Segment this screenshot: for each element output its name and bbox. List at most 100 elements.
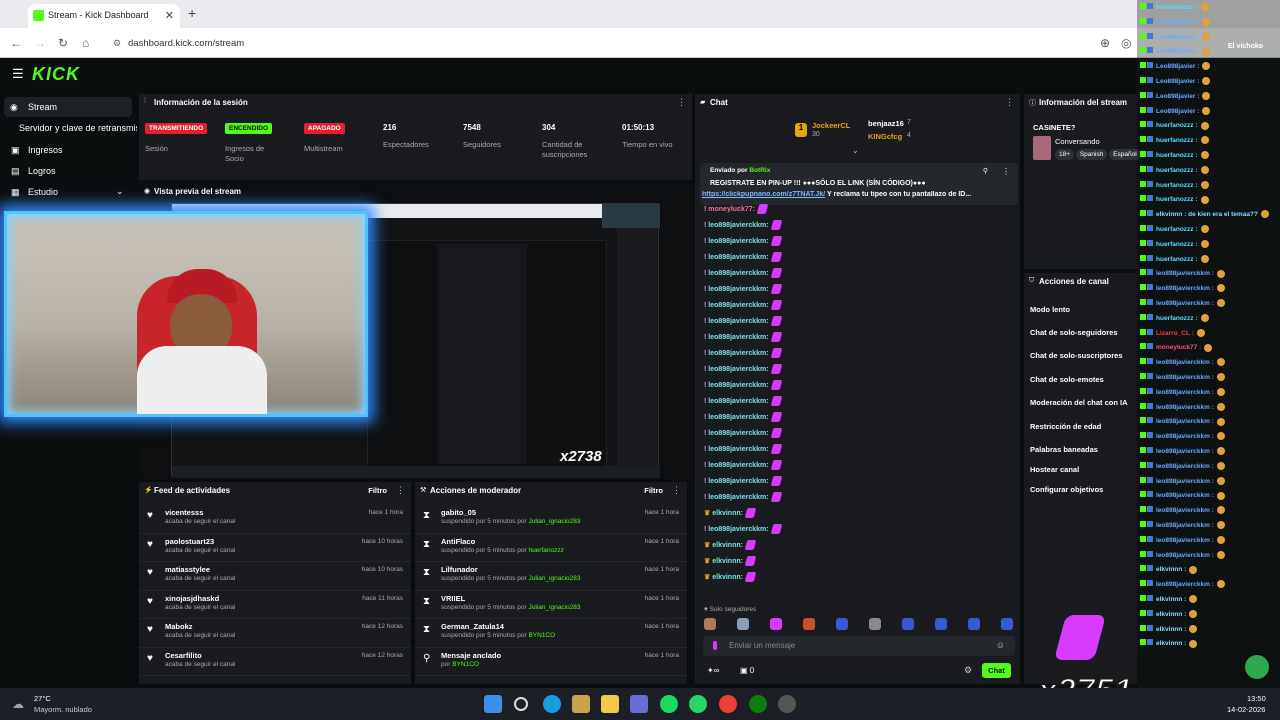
activity-user[interactable]: Mabokz xyxy=(165,622,193,631)
sidebar-item-stream[interactable]: ◉ Stream xyxy=(4,97,132,117)
mod-actor[interactable]: Julian_ignacio283 xyxy=(528,575,580,582)
filter-button[interactable]: Filtro xyxy=(644,486,663,495)
mod-actor[interactable]: BYN1CO xyxy=(528,632,555,639)
stream-category[interactable]: Conversando xyxy=(1055,137,1100,146)
activity-user[interactable]: vicentesss xyxy=(165,508,203,517)
home-icon[interactable]: ⌂ xyxy=(82,36,89,50)
activity-user[interactable]: matiasstylee xyxy=(165,565,210,574)
activity-user[interactable]: Cesarfilito xyxy=(165,651,202,660)
top-gifter-1[interactable]: JockeerCL xyxy=(812,121,850,130)
chevron-down-icon[interactable]: ⌄ xyxy=(116,186,124,197)
app-icon[interactable] xyxy=(630,695,648,713)
filter-button[interactable]: Filtro xyxy=(368,486,387,495)
emote-icon[interactable] xyxy=(770,618,782,630)
emote-icon[interactable] xyxy=(1001,618,1013,630)
top-gifter-3[interactable]: KINGcfcg xyxy=(868,132,902,141)
mod-target[interactable]: Lilfunador xyxy=(441,565,478,574)
chat-username[interactable]: elkvinnn: xyxy=(712,542,743,549)
menu-icon[interactable]: ☰ xyxy=(12,66,24,82)
emote-icon[interactable] xyxy=(737,618,749,630)
mod-actor[interactable]: BYN1CO xyxy=(452,661,479,668)
browser-tab[interactable]: Stream - Kick Dashboard ✕ xyxy=(28,4,180,28)
chat-username[interactable]: leo898javierckkm: xyxy=(708,286,768,293)
chat-username[interactable]: leo898javierckkm: xyxy=(708,462,768,469)
chat-username[interactable]: leo898javierckkm: xyxy=(708,382,768,389)
action-goals[interactable]: Configurar objetivos xyxy=(1030,485,1103,494)
chat-username[interactable]: leo898javierckkm: xyxy=(708,238,768,245)
chat-username[interactable]: leo898javierckkm: xyxy=(708,414,768,421)
chat-username[interactable]: leo898javierckkm: xyxy=(708,270,768,277)
emote-icon[interactable] xyxy=(902,618,914,630)
send-chat-button[interactable]: Chat xyxy=(982,663,1011,678)
tag[interactable]: Español xyxy=(1109,149,1141,160)
gift-counter[interactable]: ▣ 0 xyxy=(740,666,754,675)
forward-icon[interactable]: → xyxy=(34,36,46,50)
chat-username[interactable]: leo898javierckkm: xyxy=(708,398,768,405)
emoji-icon[interactable]: ☺ xyxy=(996,640,1005,650)
chat-username[interactable]: elkvinnn: xyxy=(712,558,743,565)
zoom-icon[interactable]: ⊕ xyxy=(1100,36,1110,50)
emote-icon[interactable] xyxy=(935,618,947,630)
kick-logo[interactable]: KICK xyxy=(32,64,80,85)
chat-username[interactable]: leo898javierckkm: xyxy=(708,334,768,341)
action-emotes-only[interactable]: Chat de solo-emotes xyxy=(1030,375,1104,384)
folder-icon[interactable] xyxy=(601,695,619,713)
xbox-icon[interactable] xyxy=(749,695,767,713)
mod-target[interactable]: gabito_05 xyxy=(441,508,476,517)
tag[interactable]: Spanish xyxy=(1075,149,1108,160)
new-tab-button[interactable]: + xyxy=(188,5,196,21)
emote-icon[interactable] xyxy=(836,618,848,630)
more-icon[interactable]: ⋮ xyxy=(396,485,405,496)
action-slow-mode[interactable]: Modo lento xyxy=(1030,305,1070,314)
mod-actor[interactable]: Julian_ignacio283 xyxy=(528,518,580,525)
sidebar-item-logros[interactable]: ▤ Logros xyxy=(0,161,137,181)
chat-username[interactable]: leo898javierckkm: xyxy=(708,446,768,453)
chat-input[interactable]: Enviar un mensaje ☺ xyxy=(703,636,1015,656)
search-icon[interactable] xyxy=(514,697,528,711)
close-tab-icon[interactable]: ✕ xyxy=(165,9,174,22)
action-age-restriction[interactable]: Restricción de edad xyxy=(1030,422,1101,431)
sidebar-item-ingresos[interactable]: ▣ Ingresos xyxy=(0,140,137,160)
eye-off-icon[interactable]: ◎ xyxy=(1121,36,1131,50)
emote-icon[interactable] xyxy=(803,618,815,630)
chevron-down-icon[interactable]: ⌄ xyxy=(852,146,859,155)
sidebar-item-estudio[interactable]: ▦ Estudio ⌄ xyxy=(0,182,137,202)
action-banned-words[interactable]: Palabras baneadas xyxy=(1030,445,1098,454)
emote-icon[interactable] xyxy=(704,618,716,630)
more-icon[interactable]: ⋮ xyxy=(1005,97,1014,108)
more-icon[interactable]: ⋮ xyxy=(677,97,686,108)
pinned-link[interactable]: https://clickpupnano.com/z7TNAT.Jk/ xyxy=(702,191,825,198)
spotify-icon[interactable] xyxy=(660,695,678,713)
obs-icon[interactable] xyxy=(778,695,796,713)
chat-username[interactable]: leo898javierckkm: xyxy=(708,430,768,437)
more-icon[interactable]: ⋮ xyxy=(1002,167,1010,176)
emote-picker-icon[interactable] xyxy=(713,641,717,650)
site-info-icon[interactable]: ⚙ xyxy=(113,38,121,49)
mod-target[interactable]: German_Zatula14 xyxy=(441,622,504,631)
pin-icon[interactable]: ⚲ xyxy=(983,167,988,175)
action-followers-only[interactable]: Chat de solo-seguidores xyxy=(1030,328,1118,337)
emote-icon[interactable] xyxy=(968,618,980,630)
chat-username[interactable]: leo898javierckkm: xyxy=(708,526,768,533)
chat-username[interactable]: moneyluck77: xyxy=(708,206,755,213)
chat-username[interactable]: elkvinnn: xyxy=(712,574,743,581)
pinned-message[interactable]: Enviado por BotRix REGISTRATE EN PIN-UP … xyxy=(700,163,1018,205)
activity-user[interactable]: paolostuart23 xyxy=(165,537,214,546)
action-ai-moderation[interactable]: Moderación del chat con IA xyxy=(1030,398,1128,407)
chat-username[interactable]: elkvinnn: xyxy=(712,510,743,517)
top-gifter-2[interactable]: benjaaz16 xyxy=(868,119,904,128)
tag[interactable]: 18+ xyxy=(1055,149,1075,160)
chrome-icon[interactable] xyxy=(719,695,737,713)
points-counter[interactable]: ✦∞ xyxy=(707,666,719,675)
edge-icon[interactable] xyxy=(543,695,561,713)
more-icon[interactable]: ⋮ xyxy=(672,485,681,496)
chat-username[interactable]: leo898javierckkm: xyxy=(708,318,768,325)
sidebar-item-server-key[interactable]: Servidor y clave de retransmisión xyxy=(0,118,137,138)
url-field[interactable]: ⚙ dashboard.kick.com/stream xyxy=(110,33,1110,53)
chat-username[interactable]: leo898javierckkm: xyxy=(708,254,768,261)
pinned-by-user[interactable]: BotRix xyxy=(749,167,770,174)
whatsapp-icon[interactable] xyxy=(689,695,707,713)
chat-settings-icon[interactable]: ⚙ xyxy=(964,665,972,676)
start-icon[interactable] xyxy=(484,695,502,713)
emote-icon[interactable] xyxy=(869,618,881,630)
